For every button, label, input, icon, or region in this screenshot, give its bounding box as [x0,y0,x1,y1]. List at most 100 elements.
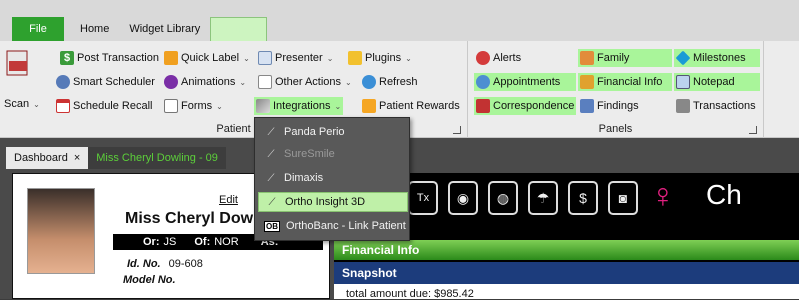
plugins-button[interactable]: Plugins ⌄ [346,49,414,67]
plugins-label: Plugins [365,52,402,64]
family-icon [580,51,594,65]
or-value: JS [163,236,177,248]
model-label: Model No. [123,274,176,286]
ribbon-tab-bar: File Home Widget Library Patient [0,13,799,41]
milestones-button[interactable]: Milestones [674,49,760,67]
tab-patient-record[interactable]: Miss Cheryl Dowling - 09 [88,147,226,169]
family-button[interactable]: Family [578,49,672,67]
menu-item-label: Dimaxis [284,172,324,184]
panels-group: Alerts Family Milestones Appointments Fi… [468,41,764,138]
forms-label: Forms [181,100,213,112]
globe-phone-icon[interactable]: ◍ [488,181,518,215]
alerts-button[interactable]: Alerts [474,49,523,67]
patient-rewards-label: Patient Rewards [379,100,460,112]
dashboard-tab-label: Dashboard [14,152,68,164]
close-icon[interactable]: × [74,152,80,164]
smart-scheduler-button[interactable]: Smart Scheduler [54,73,157,91]
financial-info-header[interactable]: Financial Info [334,240,799,260]
chevron-down-icon: ⌄ [326,53,334,63]
patient-tab-label: Miss Cheryl Dowling - 09 [96,152,218,164]
forms-button[interactable]: Forms ⌄ [162,97,225,115]
integrations-menu: ⟋ Panda Perio ⟋ SureSmile ⟋ Dimaxis ⟋ Or… [254,117,410,241]
document-icon [258,75,272,89]
id-value: 09-608 [168,258,203,270]
integrations-button[interactable]: Integrations ⌄ [254,97,344,115]
transactions-icon [676,99,690,113]
menu-item-dimaxis[interactable]: ⟋ Dimaxis [258,168,408,188]
refresh-button[interactable]: Refresh [360,73,420,91]
tab-patient[interactable]: Patient [210,17,267,41]
findings-icon [580,99,594,113]
camera-icon[interactable]: ◙ [608,181,638,215]
chevron-down-icon: ⌄ [345,77,352,87]
menu-item-panda-perio[interactable]: ⟋ Panda Perio [258,122,408,142]
milestones-label: Milestones [693,52,746,64]
findings-button[interactable]: Findings [578,97,641,115]
link-icon: ⟋ [267,126,275,138]
post-transaction-button[interactable]: $ Post Transaction [58,49,161,67]
financial-info-title: Financial Info [342,243,420,257]
diamond-icon [675,50,691,66]
quick-label-button[interactable]: Quick Label ⌄ [162,49,252,67]
tab-file[interactable]: File [12,17,64,41]
patient-photo [27,188,95,274]
transactions-button[interactable]: Transactions [674,97,758,115]
menu-item-label: SureSmile [284,148,335,160]
chevron-down-icon: ⌄ [405,53,412,63]
link-icon: ⟋ [267,172,275,184]
appointments-button[interactable]: Appointments [474,73,576,91]
tab-dashboard[interactable]: Dashboard × [6,147,89,169]
of-label: Of: [194,236,211,248]
financial-info-button[interactable]: Financial Info [578,73,672,91]
orthobanc-icon: OB [264,220,280,232]
refresh-label: Refresh [379,76,418,88]
chevron-down-icon: ⌄ [243,53,250,63]
menu-item-label: Panda Perio [284,126,345,138]
menu-item-orthobanc-link-patient[interactable]: OB OrthoBanc - Link Patient [258,216,408,236]
dollar-icon[interactable]: $ [568,181,598,215]
patient-rewards-button[interactable]: Patient Rewards [360,97,462,115]
other-actions-button[interactable]: Other Actions ⌄ [256,73,354,91]
schedule-recall-label: Schedule Recall [73,100,153,112]
menu-item-suresmile[interactable]: ⟋ SureSmile [258,144,408,164]
menu-item-ortho-insight-3d[interactable]: ⟋ Ortho Insight 3D [258,192,408,212]
financial-icon [580,75,594,89]
document-tab-strip: Dashboard × Miss Cheryl Dowling - 09 [0,145,226,171]
total-value: $985.42 [434,288,474,300]
title-strip [0,0,799,13]
quick-label-label: Quick Label [181,52,240,64]
post-transaction-label: Post Transaction [77,52,159,64]
correspondence-label: Correspondence [493,100,575,112]
schedule-recall-button[interactable]: Schedule Recall [54,97,155,115]
transactions-label: Transactions [693,100,756,112]
tab-home[interactable]: Home [70,17,119,41]
notepad-icon [676,75,690,89]
prescription-icon[interactable]: Tx [408,181,438,215]
scanner-icon[interactable] [4,47,32,81]
total-label: total amount due: [346,288,432,300]
animations-button[interactable]: Animations ⌄ [162,73,248,91]
dialog-launcher-icon[interactable] [453,126,461,134]
id-label: Id. No. [127,258,161,270]
alerts-label: Alerts [493,52,522,64]
other-actions-label: Other Actions [275,76,342,88]
head-icon[interactable]: ◉ [448,181,478,215]
presenter-icon [258,51,272,65]
panels-group-label: Panels [598,123,633,135]
correspondence-icon [476,99,490,113]
of-value: NOR [214,236,239,248]
calendar-icon [56,99,70,113]
umbrella-icon[interactable]: ☂ [528,181,558,215]
scan-button[interactable]: Scan ⌄ [2,95,42,113]
menu-item-label: OrthoBanc - Link Patient [286,220,406,232]
patient-id-row: Id. No. 09-608 [127,258,203,270]
chevron-down-icon: ⌄ [239,77,247,87]
edit-link[interactable]: Edit [219,194,238,206]
tab-widget-library[interactable]: Widget Library [119,17,210,41]
dialog-launcher-icon[interactable] [749,126,757,134]
notepad-button[interactable]: Notepad [674,73,760,91]
correspondence-button[interactable]: Correspondence [474,97,576,115]
patient-name: Miss Cheryl Dow [125,210,254,227]
chevron-down-icon: ⌄ [216,101,223,111]
presenter-button[interactable]: Presenter ⌄ [256,49,335,67]
